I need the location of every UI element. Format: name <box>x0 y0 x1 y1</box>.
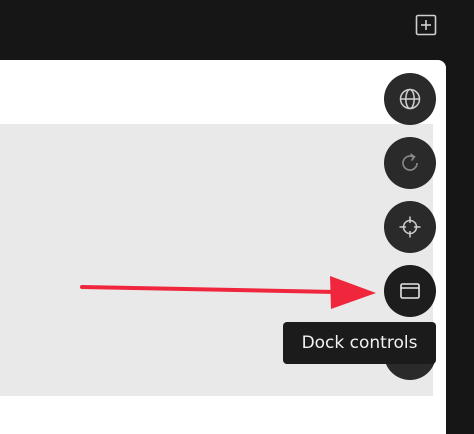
square-plus-icon[interactable] <box>415 14 437 36</box>
crosshair-icon <box>399 216 421 238</box>
main-panel <box>0 60 446 434</box>
window-icon <box>400 283 420 299</box>
tooltip: Dock controls <box>283 322 436 364</box>
globe-icon <box>399 88 421 110</box>
refresh-icon <box>402 153 418 171</box>
globe-button[interactable] <box>384 73 436 125</box>
reload-button[interactable] <box>384 137 436 189</box>
screen: Dock controls <box>0 0 474 434</box>
locate-button[interactable] <box>384 201 436 253</box>
dock-controls-button[interactable] <box>384 265 436 317</box>
top-bar <box>0 0 474 60</box>
